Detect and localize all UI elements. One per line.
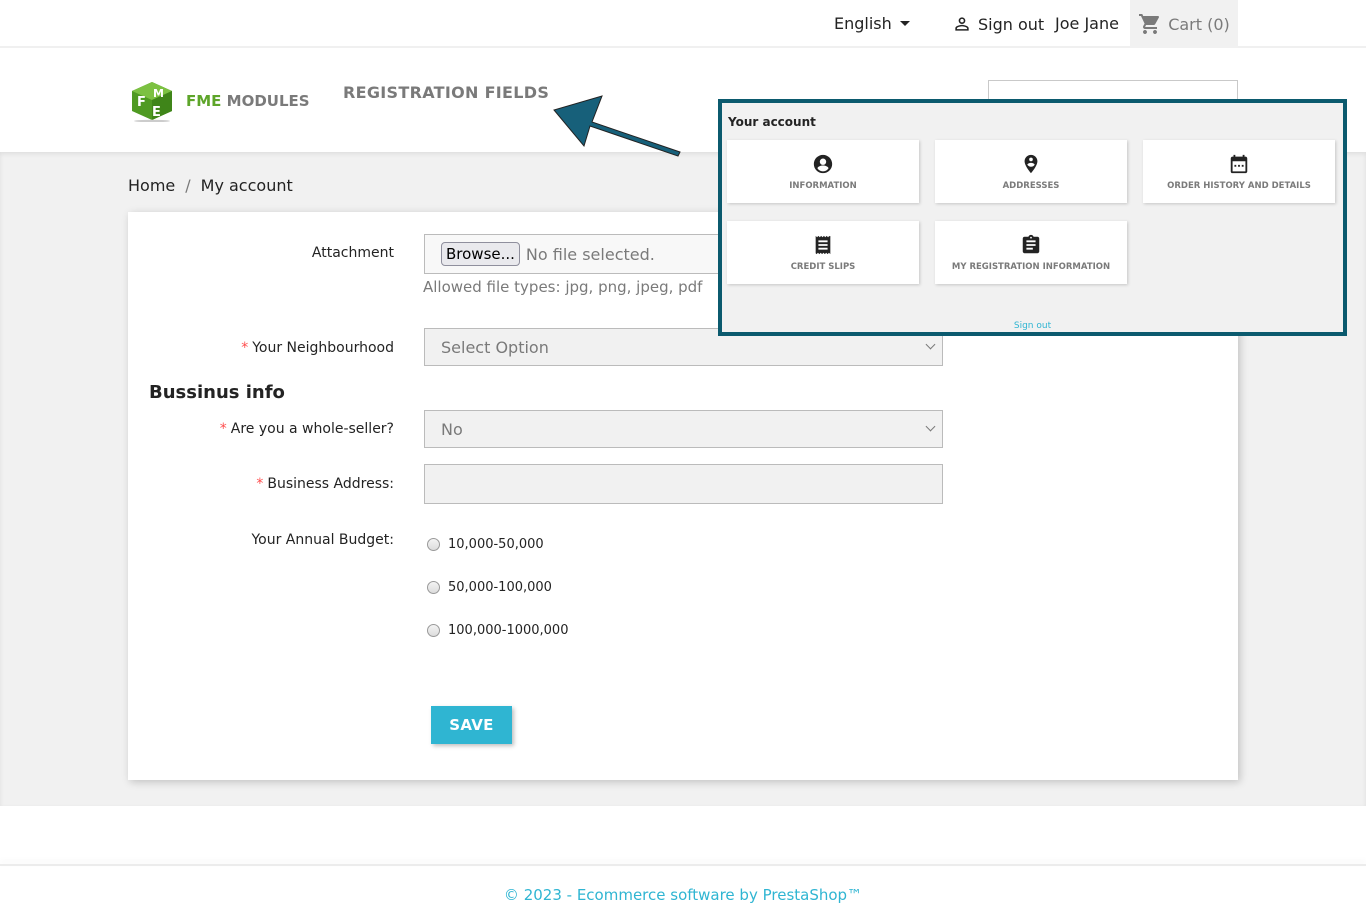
save-button[interactable]: SAVE xyxy=(431,706,512,744)
budget-option-3[interactable]: 100,000-1000,000 xyxy=(427,623,568,638)
sign-out-link[interactable]: Sign out xyxy=(952,14,1044,34)
radio-button[interactable] xyxy=(427,538,440,551)
account-tile-credit-slips[interactable]: CREDIT SLIPS xyxy=(727,221,919,284)
tile-label: INFORMATION xyxy=(789,180,857,191)
site-logo[interactable]: F M E FME MODULES xyxy=(128,80,310,122)
svg-text:F: F xyxy=(137,95,146,110)
cart-button[interactable]: Cart (0) xyxy=(1130,0,1238,48)
fme-cube-logo-icon: F M E xyxy=(132,82,172,122)
account-tile-addresses[interactable]: ADDRESSES xyxy=(935,140,1127,203)
svg-text:M: M xyxy=(153,87,164,100)
chevron-down-icon xyxy=(925,421,936,432)
svg-text:E: E xyxy=(152,105,161,120)
annotation-arrow-icon xyxy=(553,95,681,157)
logo-text-modules: MODULES xyxy=(226,92,310,110)
tile-label: CREDIT SLIPS xyxy=(790,261,856,272)
location-pin-icon xyxy=(1024,154,1038,173)
logo-text: FME MODULES xyxy=(186,92,310,110)
browse-button[interactable]: Browse... xyxy=(441,242,520,266)
neighbourhood-value: Select Option xyxy=(441,337,549,357)
clipboard-icon xyxy=(1022,234,1040,253)
radio-button[interactable] xyxy=(427,624,440,637)
overlay-sign-out-link[interactable]: Sign out xyxy=(722,321,1343,331)
wholeseller-value: No xyxy=(441,419,463,439)
budget-option-2[interactable]: 50,000-100,000 xyxy=(427,580,552,595)
budget-option-label: 100,000-1000,000 xyxy=(448,623,569,638)
business-address-label-text: Business Address: xyxy=(267,476,394,492)
sign-out-label: Sign out xyxy=(978,14,1045,34)
attachment-label: Attachment xyxy=(311,245,394,261)
account-overlay-panel: Your account INFORMATION ADDRESSES ORDER… xyxy=(718,99,1347,336)
wholeseller-label-text: Are you a whole-seller? xyxy=(230,421,394,437)
neighbourhood-label: * Your Neighbourhood xyxy=(241,340,394,356)
budget-option-1[interactable]: 10,000-50,000 xyxy=(427,537,544,552)
wholeseller-label: * Are you a whole-seller? xyxy=(220,421,394,437)
language-selector[interactable]: English xyxy=(834,14,910,33)
footer-band xyxy=(0,806,1366,866)
required-mark: * xyxy=(256,476,264,492)
business-address-label: * Business Address: xyxy=(256,476,394,492)
receipt-icon xyxy=(815,235,831,254)
logo-text-fme: FME xyxy=(186,92,222,110)
radio-button[interactable] xyxy=(427,581,440,594)
required-mark: * xyxy=(219,421,227,437)
person-icon xyxy=(955,17,969,31)
footer-divider xyxy=(0,864,1366,866)
section-title-business-info: Bussinus info xyxy=(149,382,285,403)
overlay-title: Your account xyxy=(728,115,816,129)
top-nav: English Sign out Joe Jane Cart (0) xyxy=(0,0,1366,48)
neighbourhood-label-text: Your Neighbourhood xyxy=(252,340,394,356)
caret-down-icon xyxy=(899,21,910,26)
footer-copyright-link[interactable]: © 2023 - Ecommerce software by PrestaSho… xyxy=(0,886,1366,904)
budget-option-label: 10,000-50,000 xyxy=(448,537,544,552)
business-address-input[interactable] xyxy=(424,464,943,504)
budget-option-label: 50,000-100,000 xyxy=(448,580,552,595)
wholeseller-select[interactable]: No xyxy=(424,410,943,448)
breadcrumb-home[interactable]: Home xyxy=(128,176,175,195)
account-tile-information[interactable]: INFORMATION xyxy=(727,140,919,203)
breadcrumb-separator: / xyxy=(185,176,191,195)
file-status: No file selected. xyxy=(525,244,655,264)
tile-label: ADDRESSES xyxy=(1002,180,1060,191)
annual-budget-label: Your Annual Budget: xyxy=(251,532,394,548)
account-circle-icon xyxy=(813,154,833,173)
tile-label: ORDER HISTORY AND DETAILS xyxy=(1167,180,1311,191)
tile-label: MY REGISTRATION INFORMATION xyxy=(951,261,1111,272)
calendar-icon xyxy=(1230,154,1248,173)
breadcrumb-my-account[interactable]: My account xyxy=(201,176,293,195)
language-label: English xyxy=(834,14,892,33)
account-tile-registration-info[interactable]: MY REGISTRATION INFORMATION xyxy=(935,221,1127,284)
attachment-hint: Allowed file types: jpg, png, jpeg, pdf xyxy=(423,278,703,296)
shopping-cart-icon xyxy=(1139,14,1160,34)
cart-label: Cart (0) xyxy=(1168,14,1230,34)
chevron-down-icon xyxy=(925,339,936,350)
breadcrumb: Home / My account xyxy=(128,176,293,195)
required-mark: * xyxy=(241,340,249,356)
menu-item-registration-fields[interactable]: REGISTRATION FIELDS xyxy=(343,83,549,102)
account-username-link[interactable]: Joe Jane xyxy=(1055,14,1119,33)
account-tile-order-history[interactable]: ORDER HISTORY AND DETAILS xyxy=(1143,140,1335,203)
